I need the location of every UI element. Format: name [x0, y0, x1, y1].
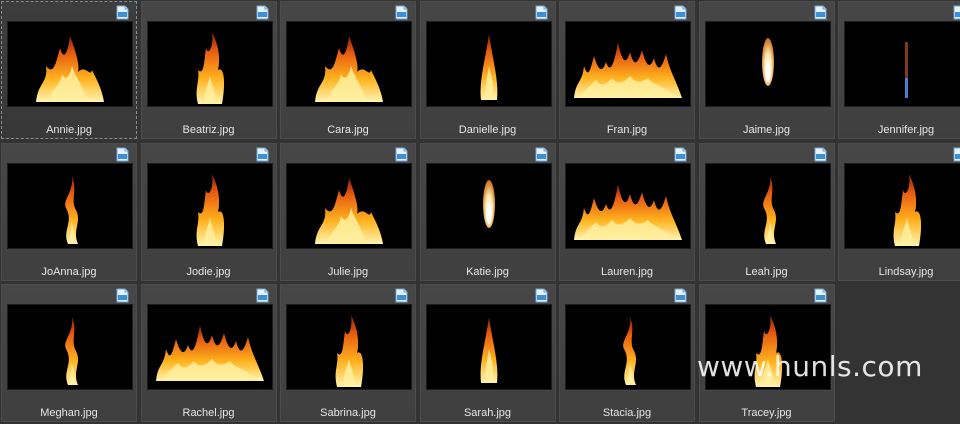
file-tile[interactable]: Fran.jpg — [559, 1, 695, 139]
file-thumbnail[interactable] — [147, 163, 272, 248]
jpg-file-icon — [674, 288, 687, 303]
file-tile[interactable]: Katie.jpg — [419, 142, 556, 281]
jpg-file-icon — [395, 5, 408, 20]
file-tile[interactable]: Lindsay.jpg — [838, 142, 960, 281]
file-thumbnail[interactable] — [566, 305, 690, 389]
file-tile[interactable]: Tracey.jpg — [698, 284, 835, 422]
file-thumbnail[interactable] — [147, 305, 272, 389]
file-thumbnail[interactable] — [566, 163, 690, 248]
thumbnail-grid: Annie.jpg Beatriz.jpg Cara.jpg Danielle.… — [0, 0, 960, 424]
file-name-label: Julie.jpg — [327, 265, 369, 278]
jpg-file-icon — [395, 147, 408, 161]
file-thumbnail[interactable] — [426, 22, 551, 106]
file-tile[interactable]: JoAnna.jpg — [1, 142, 137, 281]
file-thumbnail[interactable] — [8, 22, 132, 106]
file-thumbnail[interactable] — [426, 305, 551, 389]
file-tile[interactable]: Meghan.jpg — [1, 284, 137, 422]
jpg-file-icon — [535, 5, 547, 20]
file-name-label: Lindsay.jpg — [878, 265, 934, 278]
jpg-file-icon — [256, 288, 268, 303]
file-tile[interactable]: Stacia.jpg — [559, 284, 695, 422]
file-name-label: Cara.jpg — [327, 124, 369, 136]
file-name-label: JoAnna.jpg — [41, 265, 97, 278]
file-thumbnail[interactable] — [8, 163, 132, 248]
file-name-label: Katie.jpg — [466, 265, 509, 278]
file-thumbnail[interactable] — [845, 22, 960, 106]
file-thumbnail[interactable] — [287, 163, 411, 248]
file-name-label: Jodie.jpg — [186, 265, 231, 278]
jpg-file-icon — [256, 147, 268, 161]
file-name-label: Fran.jpg — [606, 124, 648, 136]
file-tile[interactable]: Danielle.jpg — [419, 1, 556, 139]
file-tile[interactable]: Julie.jpg — [280, 142, 416, 281]
file-name-label: Jaime.jpg — [742, 124, 791, 136]
file-tile[interactable]: Beatriz.jpg — [140, 1, 277, 139]
file-name-label: Beatriz.jpg — [182, 124, 235, 136]
file-thumbnail[interactable] — [287, 22, 411, 106]
file-thumbnail[interactable] — [8, 305, 132, 389]
file-thumbnail[interactable] — [426, 163, 551, 248]
file-tile[interactable]: Cara.jpg — [280, 1, 416, 139]
jpg-file-icon — [674, 147, 687, 161]
file-thumbnail[interactable] — [705, 163, 830, 248]
file-name-label: Lauren.jpg — [601, 265, 653, 278]
file-tile[interactable]: Leah.jpg — [698, 142, 835, 281]
file-tile[interactable]: Annie.jpg — [1, 1, 137, 139]
file-name-label: Jennifer.jpg — [877, 124, 935, 136]
file-name-label: Stacia.jpg — [602, 407, 652, 419]
jpg-file-icon — [814, 147, 826, 161]
file-tile[interactable]: Sabrina.jpg — [280, 284, 416, 422]
file-thumbnail[interactable] — [845, 163, 960, 248]
file-name-label: Meghan.jpg — [40, 407, 98, 419]
file-tile[interactable]: Lauren.jpg — [559, 142, 695, 281]
file-thumbnail[interactable] — [287, 305, 411, 389]
jpg-file-icon — [953, 147, 960, 161]
jpg-file-icon — [116, 288, 129, 303]
file-thumbnail[interactable] — [705, 305, 830, 389]
file-thumbnail[interactable] — [147, 22, 272, 106]
file-name-label: Tracey.jpg — [741, 407, 792, 419]
jpg-file-icon — [116, 147, 129, 161]
jpg-file-icon — [953, 5, 960, 20]
file-name-label: Rachel.jpg — [182, 407, 235, 419]
file-name-label: Leah.jpg — [745, 265, 788, 278]
file-thumbnail[interactable] — [705, 22, 830, 106]
file-tile[interactable]: Jodie.jpg — [140, 142, 277, 281]
file-tile[interactable]: Jaime.jpg — [698, 1, 835, 139]
jpg-file-icon — [674, 5, 687, 20]
jpg-file-icon — [814, 5, 826, 20]
jpg-file-icon — [395, 288, 408, 303]
jpg-file-icon — [535, 288, 547, 303]
file-thumbnail[interactable] — [566, 22, 690, 106]
jpg-file-icon — [116, 5, 129, 20]
file-name-label: Sabrina.jpg — [320, 407, 376, 419]
file-name-label: Danielle.jpg — [458, 124, 517, 136]
jpg-file-icon — [814, 288, 826, 303]
file-name-label: Annie.jpg — [46, 124, 92, 136]
jpg-file-icon — [256, 5, 268, 20]
file-name-label: Sarah.jpg — [463, 407, 512, 419]
file-tile[interactable]: Rachel.jpg — [140, 284, 277, 422]
jpg-file-icon — [535, 147, 547, 161]
file-tile[interactable]: Jennifer.jpg — [838, 1, 960, 139]
file-tile[interactable]: Sarah.jpg — [419, 284, 556, 422]
